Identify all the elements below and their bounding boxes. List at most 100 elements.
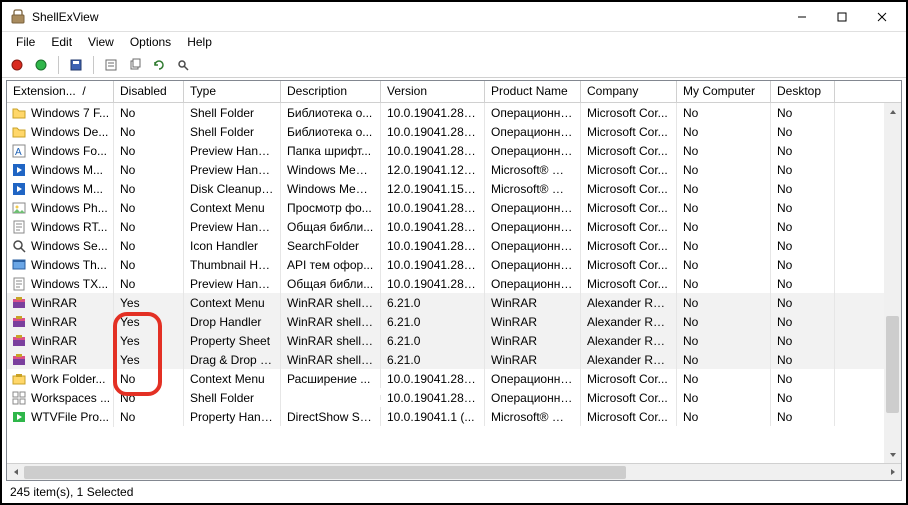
col-company[interactable]: Company	[581, 81, 677, 102]
window-title: ShellExView	[32, 10, 98, 24]
row-icon	[11, 200, 27, 216]
cell-disabled: Yes	[114, 331, 184, 350]
col-mycomputer[interactable]: My Computer	[677, 81, 771, 102]
cell-product: Операционна...	[485, 122, 581, 141]
table-row[interactable]: Windows Th...NoThumbnail Ha...API тем оф…	[7, 255, 901, 274]
cell-extension: Windows M...	[31, 182, 103, 196]
row-icon	[11, 124, 27, 140]
table-row[interactable]: WinRARYesDrop HandlerWinRAR shell e...6.…	[7, 312, 901, 331]
scroll-thumb[interactable]	[886, 316, 899, 414]
cell-version: 10.0.19041.1 (...	[381, 407, 485, 426]
cell-mycomputer: No	[677, 312, 771, 331]
cell-mycomputer: No	[677, 293, 771, 312]
cell-company: Alexander Ros...	[581, 293, 677, 312]
table-row[interactable]: Windows RT...NoPreview HandlerОбщая библ…	[7, 217, 901, 236]
table-row[interactable]: Work Folder...NoContext MenuРасширение .…	[7, 369, 901, 388]
cell-desktop: No	[771, 350, 835, 369]
hscroll-thumb[interactable]	[24, 466, 626, 479]
vertical-scrollbar[interactable]	[884, 103, 901, 463]
cell-type: Shell Folder	[184, 103, 281, 122]
enable-icon[interactable]	[32, 56, 50, 74]
cell-description: Общая библи...	[281, 217, 381, 236]
cell-version: 10.0.19041.284...	[381, 255, 485, 274]
table-row[interactable]: WTVFile Pro...NoProperty Hand...DirectSh…	[7, 407, 901, 426]
cell-product: WinRAR	[485, 312, 581, 331]
cell-mycomputer: No	[677, 198, 771, 217]
cell-version: 10.0.19041.284...	[381, 274, 485, 293]
cell-mycomputer: No	[677, 236, 771, 255]
table-row[interactable]: WinRARYesDrag & Drop H...WinRAR shell e.…	[7, 350, 901, 369]
cell-disabled: No	[114, 179, 184, 198]
table-row[interactable]: Windows M...NoDisk Cleanup ...Windows Me…	[7, 179, 901, 198]
cell-extension: Windows Ph...	[31, 201, 108, 215]
refresh-icon[interactable]	[150, 56, 168, 74]
scroll-right-icon[interactable]	[884, 464, 901, 481]
cell-mycomputer: No	[677, 331, 771, 350]
table-row[interactable]: WinRARYesContext MenuWinRAR shell e...6.…	[7, 293, 901, 312]
menu-view[interactable]: View	[80, 33, 122, 51]
cell-type: Drop Handler	[184, 312, 281, 331]
cell-extension: Windows De...	[31, 125, 108, 139]
table-row[interactable]: Workspaces ...NoShell Folder10.0.19041.2…	[7, 388, 901, 407]
cell-description: API тем офор...	[281, 255, 381, 274]
cell-mycomputer: No	[677, 407, 771, 426]
table-row[interactable]: Windows Se...NoIcon HandlerSearchFolder1…	[7, 236, 901, 255]
cell-version: 6.21.0	[381, 293, 485, 312]
menu-edit[interactable]: Edit	[43, 33, 80, 51]
scroll-down-icon[interactable]	[884, 446, 901, 463]
menu-options[interactable]: Options	[122, 33, 179, 51]
maximize-button[interactable]	[822, 3, 862, 31]
table-row[interactable]: Windows Ph...NoContext MenuПросмотр фо..…	[7, 198, 901, 217]
col-product[interactable]: Product Name	[485, 81, 581, 102]
cell-description: Общая библи...	[281, 274, 381, 293]
col-desktop[interactable]: Desktop	[771, 81, 835, 102]
cell-product: Операционна...	[485, 198, 581, 217]
cell-extension: Windows Se...	[31, 239, 108, 253]
col-type[interactable]: Type	[184, 81, 281, 102]
col-version[interactable]: Version	[381, 81, 485, 102]
cell-company: Alexander Ros...	[581, 350, 677, 369]
row-icon	[11, 409, 27, 425]
row-icon	[11, 295, 27, 311]
cell-extension: Windows M...	[31, 163, 103, 177]
minimize-button[interactable]	[782, 3, 822, 31]
cell-product: Операционна...	[485, 236, 581, 255]
save-icon[interactable]	[67, 56, 85, 74]
col-description[interactable]: Description	[281, 81, 381, 102]
table-row[interactable]: Windows TX...NoPreview HandlerОбщая библ…	[7, 274, 901, 293]
table-row[interactable]: WinRARYesProperty SheetWinRAR shell e...…	[7, 331, 901, 350]
cell-product: Операционна...	[485, 217, 581, 236]
table-row[interactable]: Windows De...NoShell FolderБиблиотека о.…	[7, 122, 901, 141]
copy-icon[interactable]	[126, 56, 144, 74]
table-row[interactable]: AWindows Fo...NoPreview HandlerПапка шри…	[7, 141, 901, 160]
cell-company: Microsoft Cor...	[581, 236, 677, 255]
cell-disabled: Yes	[114, 293, 184, 312]
col-disabled[interactable]: Disabled	[114, 81, 184, 102]
scroll-left-icon[interactable]	[7, 464, 24, 481]
close-button[interactable]	[862, 3, 902, 31]
cell-version: 10.0.19041.284...	[381, 198, 485, 217]
cell-type: Drag & Drop H...	[184, 350, 281, 369]
cell-description: Windows Medi...	[281, 160, 381, 179]
table-body[interactable]: Windows 7 F...NoShell FolderБиблиотека о…	[7, 103, 901, 463]
cell-type: Property Sheet	[184, 331, 281, 350]
table-row[interactable]: Windows 7 F...NoShell FolderБиблиотека о…	[7, 103, 901, 122]
cell-company: Alexander Ros...	[581, 312, 677, 331]
table-row[interactable]: Windows M...NoPreview HandlerWindows Med…	[7, 160, 901, 179]
row-icon	[11, 276, 27, 292]
toolbar	[2, 52, 906, 78]
cell-desktop: No	[771, 274, 835, 293]
disable-icon[interactable]	[8, 56, 26, 74]
find-icon[interactable]	[174, 56, 192, 74]
cell-type: Preview Handler	[184, 217, 281, 236]
horizontal-scrollbar[interactable]	[7, 463, 901, 480]
menu-file[interactable]: File	[8, 33, 43, 51]
col-extension[interactable]: Extension... /	[7, 81, 114, 102]
row-icon	[11, 257, 27, 273]
properties-icon[interactable]	[102, 56, 120, 74]
cell-type: Property Hand...	[184, 407, 281, 426]
cell-desktop: No	[771, 293, 835, 312]
cell-description: Библиотека о...	[281, 122, 381, 141]
menu-help[interactable]: Help	[179, 33, 220, 51]
scroll-up-icon[interactable]	[884, 103, 901, 120]
